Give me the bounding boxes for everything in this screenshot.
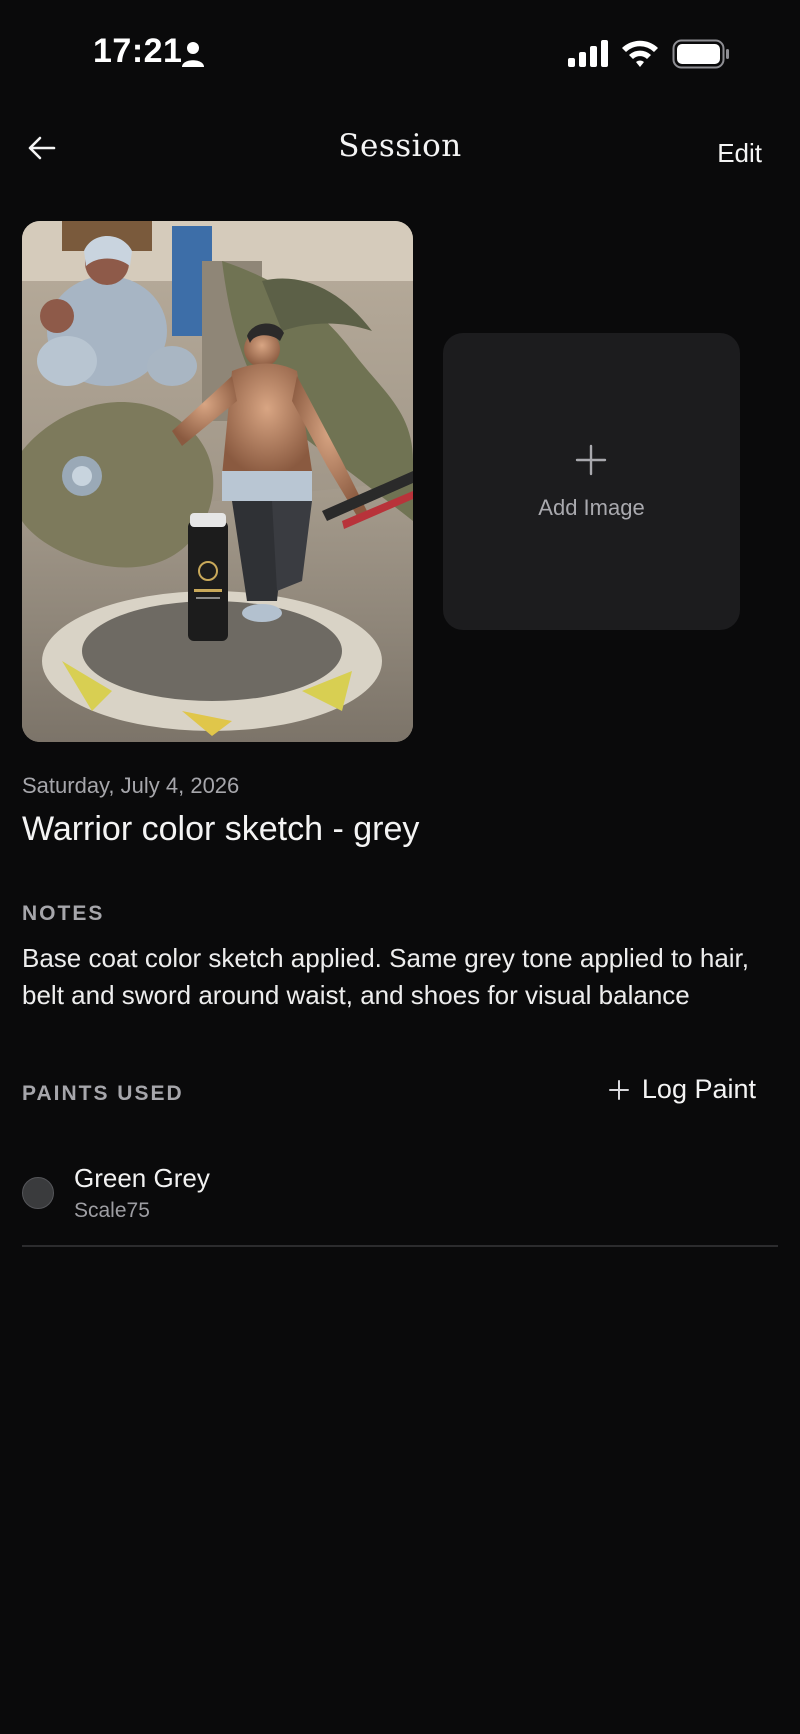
notes-body: Base coat color sketch applied. Same gre… (22, 943, 749, 1010)
plus-icon (608, 1079, 629, 1100)
add-image-button[interactable]: Add Image (443, 333, 740, 630)
session-photo-image (22, 221, 413, 742)
session-photo[interactable] (22, 221, 413, 742)
battery-icon (672, 39, 729, 69)
paints-used-heading: PAINTS USED (22, 1082, 184, 1105)
status-time: 17:21 (93, 32, 183, 70)
edit-button[interactable]: Edit (717, 138, 762, 169)
page-title: Session (338, 128, 462, 164)
notes-heading: NOTES (22, 902, 105, 925)
log-paint-label: Log Paint (641, 1074, 756, 1104)
log-paint-button[interactable]: Log Paint (608, 1074, 756, 1105)
nav-bar: Session Edit (0, 118, 800, 186)
paint-list-item[interactable]: Green Grey Scale75 (22, 1155, 778, 1245)
plus-icon (575, 444, 607, 476)
paint-brand: Scale75 (74, 1199, 150, 1222)
session-date: Saturday, July 4, 2026 (22, 773, 240, 798)
status-bar: 17:21 (0, 0, 800, 108)
divider (22, 1245, 778, 1247)
session-title: Warrior color sketch - grey (22, 810, 420, 848)
paint-name: Green Grey (74, 1163, 210, 1193)
wifi-icon (622, 40, 658, 67)
add-image-label: Add Image (538, 495, 645, 520)
cellular-signal-icon (568, 40, 608, 67)
paint-swatch (22, 1177, 54, 1209)
person-icon (182, 42, 204, 67)
